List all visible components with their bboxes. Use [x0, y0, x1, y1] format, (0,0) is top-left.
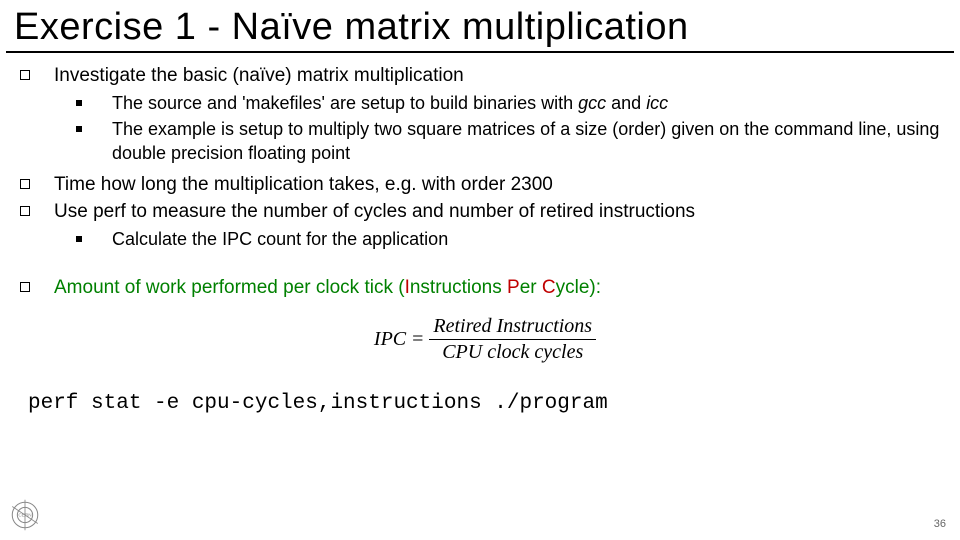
formula-fraction: Retired Instructions CPU clock cycles	[429, 315, 596, 365]
bullet-1: Investigate the basic (naïve) matrix mul…	[20, 63, 950, 89]
solid-square-icon	[76, 126, 82, 132]
formula-lhs: IPC	[374, 328, 406, 351]
bullet-text: Amount of work performed per clock tick …	[54, 275, 601, 301]
bullet-3-sub-1: Calculate the IPC count for the applicat…	[20, 227, 950, 251]
bullet-text: Investigate the basic (naïve) matrix mul…	[54, 63, 464, 89]
bullet-4: Amount of work performed per clock tick …	[20, 275, 950, 301]
hollow-square-icon	[20, 206, 30, 216]
ipc-formula: IPC = Retired Instructions CPU clock cyc…	[20, 315, 950, 365]
bullet-3: Use perf to measure the number of cycles…	[20, 199, 950, 225]
bullet-2: Time how long the multiplication takes, …	[20, 172, 950, 198]
hollow-square-icon	[20, 282, 30, 292]
bullet-text: The source and 'makefiles' are setup to …	[112, 91, 668, 115]
hollow-square-icon	[20, 179, 30, 189]
cern-logo-icon: CERN	[8, 498, 42, 532]
bullet-text: Time how long the multiplication takes, …	[54, 172, 553, 198]
formula-equals: =	[412, 328, 423, 351]
bullet-1-sub-2: The example is setup to multiply two squ…	[20, 117, 950, 166]
hollow-square-icon	[20, 70, 30, 80]
svg-text:CERN: CERN	[18, 513, 31, 518]
page-number: 36	[934, 518, 946, 530]
solid-square-icon	[76, 100, 82, 106]
bullet-text: The example is setup to multiply two squ…	[112, 117, 950, 166]
command-line: perf stat -e cpu-cycles,instructions ./p…	[20, 392, 950, 415]
formula-denominator: CPU clock cycles	[438, 340, 587, 364]
bullet-text: Use perf to measure the number of cycles…	[54, 199, 695, 225]
bullet-text: Calculate the IPC count for the applicat…	[112, 227, 448, 251]
slide-body: Investigate the basic (naïve) matrix mul…	[0, 63, 960, 415]
solid-square-icon	[76, 236, 82, 242]
slide-title: Exercise 1 - Naïve matrix multiplication	[6, 0, 954, 53]
bullet-1-sub-1: The source and 'makefiles' are setup to …	[20, 91, 950, 115]
formula-numerator: Retired Instructions	[429, 315, 596, 339]
